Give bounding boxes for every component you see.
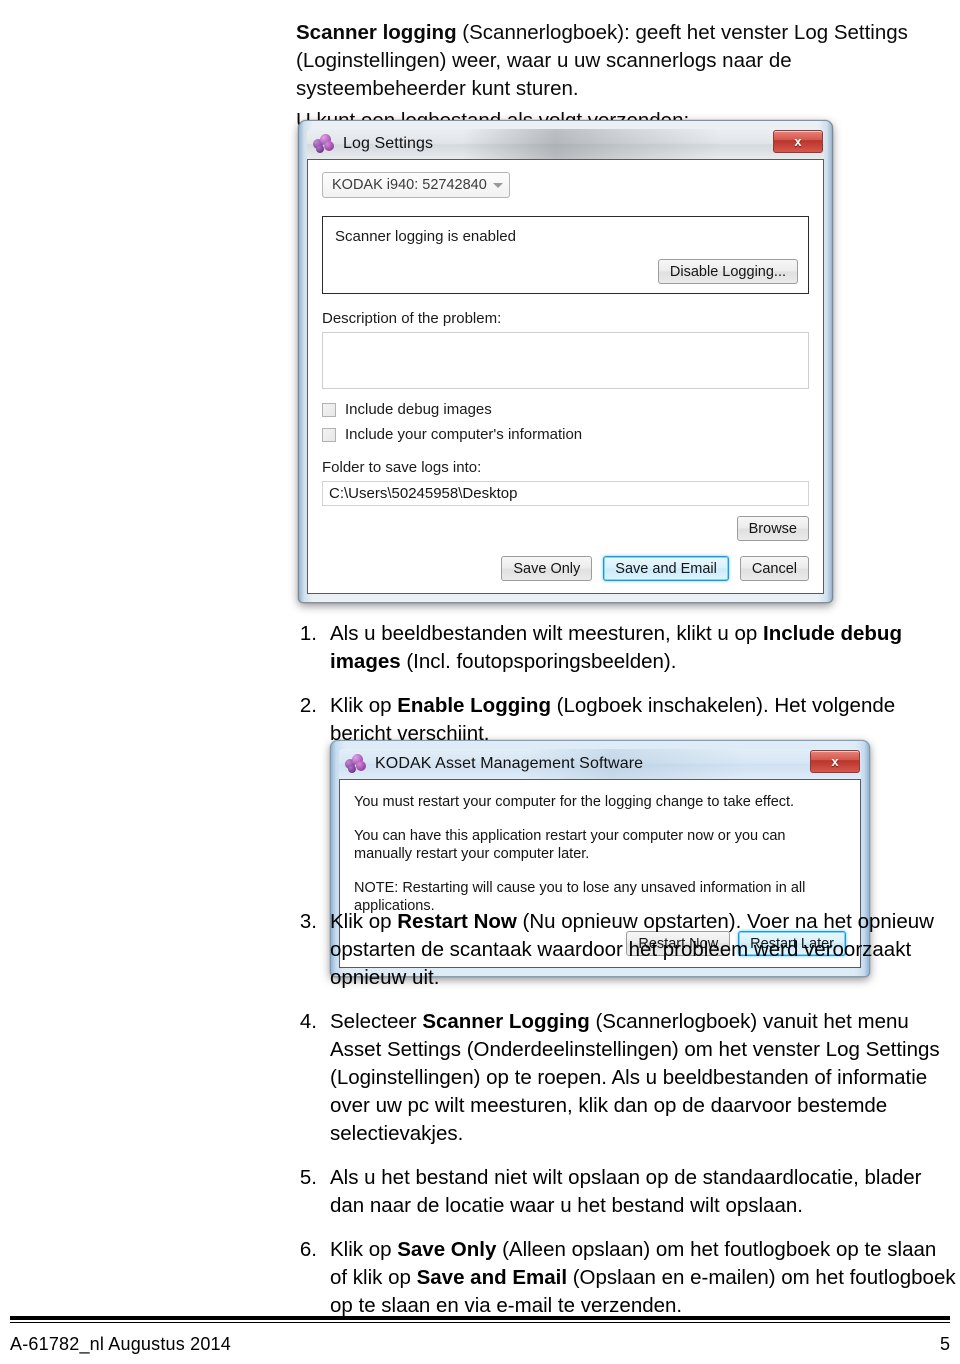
scanner-select-value: KODAK i940: 52742840 [332, 177, 487, 193]
description-input[interactable] [322, 332, 809, 389]
save-and-email-button[interactable]: Save and Email [603, 556, 729, 581]
log-settings-client-area: KODAK i940: 52742840 Scanner logging is … [307, 159, 824, 594]
checkbox-row-include-debug-images[interactable]: Include debug images [322, 401, 809, 418]
checkbox-label-include-debug-images: Include debug images [345, 401, 492, 418]
save-only-button[interactable]: Save Only [501, 556, 593, 581]
step3-text-before: Klik op [330, 910, 398, 933]
close-icon[interactable]: x [773, 130, 823, 153]
list-item-text: Als u beeldbestanden wilt meesturen, kli… [330, 620, 956, 676]
logging-status-text: Scanner logging is enabled [335, 228, 516, 245]
kodak-spheres-icon [345, 754, 367, 774]
close-icon[interactable]: x [810, 750, 860, 773]
footer-rule-thick [10, 1316, 950, 1320]
step1-text-before: Als u beeldbestanden wilt meesturen, kli… [330, 622, 764, 645]
page-footer: A-61782_nl Augustus 2014 5 [10, 1334, 950, 1355]
list-item: 4. Selecteer Scanner Logging (Scannerlog… [296, 1008, 956, 1148]
list-item-number: 3. [299, 910, 317, 933]
list-item-text: Selecteer Scanner Logging (Scannerlogboe… [330, 1008, 956, 1148]
list-item: 1. Als u beeldbestanden wilt meesturen, … [296, 620, 956, 676]
disable-logging-button[interactable]: Disable Logging... [657, 259, 798, 284]
list-item: 5. Als u het bestand niet wilt opslaan o… [296, 1164, 956, 1220]
description-label: Description of the problem: [322, 310, 502, 327]
checkbox-icon[interactable] [322, 402, 336, 417]
list-item: 6. Klik op Save Only (Alleen opslaan) om… [296, 1236, 956, 1320]
restart-titlebar: KODAK Asset Management Software x [339, 749, 861, 779]
restart-title: KODAK Asset Management Software [375, 755, 644, 772]
list-item-text: Als u het bestand niet wilt opslaan op d… [330, 1166, 922, 1217]
log-settings-window: Log Settings x KODAK i940: 52742840 Scan… [298, 120, 833, 603]
step4-term: Scanner Logging [422, 1010, 590, 1033]
steps-list-bottom: 3. Klik op Restart Now (Nu opnieuw opsta… [296, 908, 956, 1336]
footer-document-id: A-61782_nl Augustus 2014 [10, 1334, 231, 1354]
log-settings-titlebar: Log Settings x [307, 129, 824, 159]
list-item: 3. Klik op Restart Now (Nu opnieuw opsta… [296, 908, 956, 992]
step3-term: Restart Now [397, 910, 517, 933]
step1-text-after: (Incl. foutopsporingsbeelden). [400, 650, 677, 673]
step6-text-before: Klik op [330, 1238, 398, 1261]
log-settings-title: Log Settings [343, 135, 434, 152]
list-item-text: Klik op Save Only (Alleen opslaan) om he… [330, 1236, 956, 1320]
kodak-spheres-icon [313, 134, 335, 154]
checkbox-icon[interactable] [322, 427, 336, 442]
step6-term-2: Save and Email [416, 1266, 568, 1289]
list-item-number: 6. [299, 1238, 317, 1261]
list-item-number: 5. [299, 1166, 317, 1189]
list-item-text: Klik op Restart Now (Nu opnieuw opstarte… [330, 908, 956, 992]
folder-path-input[interactable]: C:\Users\50245958\Desktop [322, 481, 809, 506]
paragraph-scanner-logging: Scanner logging (Scannerlogboek): geeft … [296, 19, 956, 103]
log-settings-button-row: Save Only Save and Email Cancel [322, 556, 809, 581]
footer-page-number: 5 [939, 1334, 950, 1354]
document-page: Scanner logging (Scannerlogboek): geeft … [0, 0, 960, 1364]
list-item-number: 2. [299, 694, 317, 717]
chevron-down-icon [493, 182, 503, 188]
footer-rule-thin [10, 1322, 950, 1323]
scanner-select[interactable]: KODAK i940: 52742840 [322, 172, 510, 198]
restart-message-line-1: You must restart your computer for the l… [354, 794, 795, 810]
checkbox-row-include-computer-info[interactable]: Include your computer's information [322, 426, 809, 443]
list-item-number: 1. [299, 622, 317, 645]
cancel-button[interactable]: Cancel [739, 556, 809, 581]
step2-term: Enable Logging [397, 694, 551, 717]
step4-text-before: Selecteer [330, 1010, 423, 1033]
restart-message-line-2: You can have this application restart yo… [354, 828, 786, 862]
folder-label: Folder to save logs into: [322, 459, 482, 476]
step6-term-1: Save Only [397, 1238, 497, 1261]
logging-status-group: Scanner logging is enabled Disable Loggi… [322, 216, 809, 294]
scanner-logging-term: Scanner logging [296, 20, 457, 44]
checkbox-label-include-computer-info: Include your computer's information [345, 426, 583, 443]
list-item-number: 4. [299, 1010, 317, 1033]
footer-rule [10, 1316, 950, 1324]
browse-row: Browse [322, 516, 809, 541]
browse-button[interactable]: Browse [736, 516, 809, 541]
step2-text-before: Klik op [330, 694, 398, 717]
